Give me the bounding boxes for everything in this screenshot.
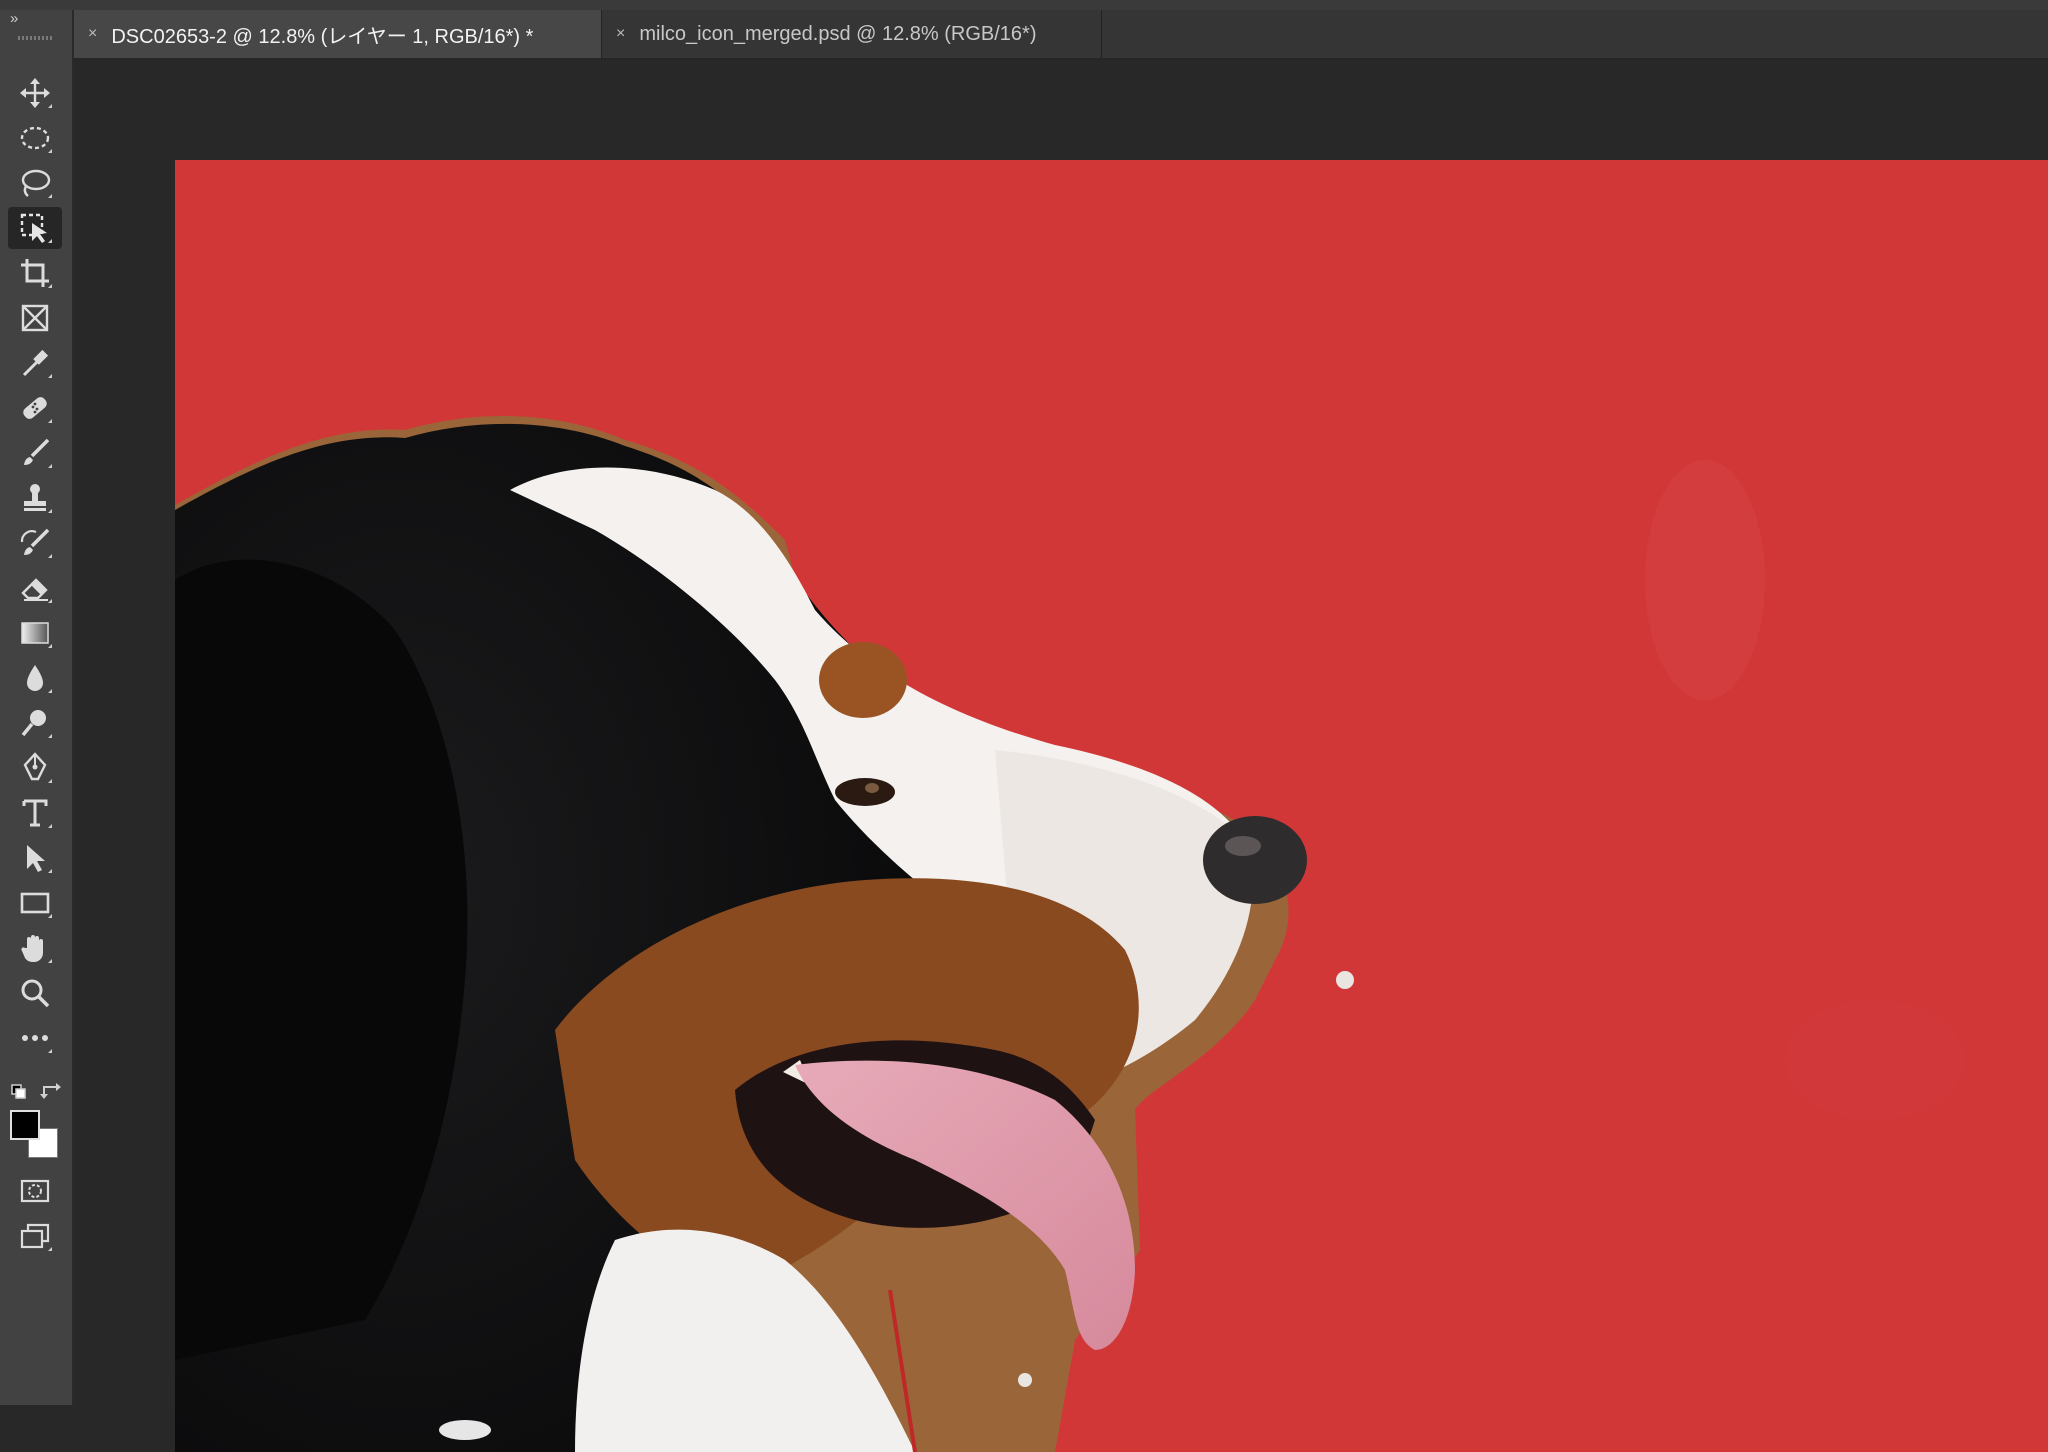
more-tools-button[interactable] (8, 1017, 62, 1059)
move-tool-button[interactable] (8, 72, 62, 114)
zoom-tool-button[interactable] (8, 972, 62, 1014)
tab-dsc02653-2[interactable]: × DSC02653-2 @ 12.8% (レイヤー 1, RGB/16*) * (74, 10, 602, 58)
tab-milco-icon-merged[interactable]: × milco_icon_merged.psd @ 12.8% (RGB/16*… (602, 10, 1102, 58)
dodge-tool-button[interactable] (8, 702, 62, 744)
screen-mode-icon (20, 1223, 50, 1249)
document-tab-bar: × DSC02653-2 @ 12.8% (レイヤー 1, RGB/16*) *… (74, 10, 2048, 60)
dog-photo-layer (175, 160, 2048, 1452)
frame-icon (21, 304, 49, 332)
pen-tool-button[interactable] (8, 747, 62, 789)
gradient-icon (21, 622, 49, 644)
move-icon (20, 78, 50, 108)
lasso-icon (21, 169, 51, 197)
type-tool-button[interactable] (8, 792, 62, 834)
panel-grip[interactable] (18, 36, 54, 40)
eraser-icon (21, 578, 48, 601)
color-swap-controls (10, 1080, 64, 1102)
path-selection-tool-button[interactable] (8, 837, 62, 879)
tab-label: milco_icon_merged.psd @ 12.8% (RGB/16*) (639, 22, 1037, 45)
collapse-panel-button[interactable]: » (10, 11, 18, 26)
eyedropper-tool-button[interactable] (8, 342, 62, 384)
close-tab-icon[interactable]: × (88, 25, 97, 43)
brush-tool-button[interactable] (8, 432, 62, 474)
tools-panel: » (0, 10, 74, 1405)
clone-stamp-tool-button[interactable] (8, 477, 62, 519)
elliptical-marquee-icon (20, 126, 50, 150)
eraser-tool-button[interactable] (8, 567, 62, 609)
document-canvas[interactable] (175, 160, 2048, 1452)
type-icon (22, 799, 48, 827)
rectangle-tool-button[interactable] (8, 882, 62, 924)
more-tools-icon (22, 1035, 48, 1041)
blur-tool-button[interactable] (8, 657, 62, 699)
history-brush-tool-button[interactable] (8, 522, 62, 564)
rectangle-icon (20, 892, 50, 914)
quick-mask-button[interactable] (8, 1170, 62, 1212)
dodge-icon (21, 710, 46, 737)
brush-icon (24, 438, 50, 465)
screen-mode-button[interactable] (8, 1215, 62, 1257)
healing-brush-tool-button[interactable] (8, 387, 62, 429)
path-selection-icon (27, 845, 45, 872)
tab-label: DSC02653-2 @ 12.8% (レイヤー 1, RGB/16*) * (111, 25, 534, 48)
swap-colors-icon[interactable] (40, 1083, 61, 1099)
crop-icon (21, 259, 49, 287)
history-brush-icon (20, 528, 50, 555)
frame-tool-button[interactable] (8, 297, 62, 339)
zoom-icon (21, 979, 50, 1008)
quick-mask-icon (20, 1179, 50, 1203)
foreground-color-swatch[interactable] (10, 1110, 40, 1140)
hand-icon (21, 935, 43, 962)
marquee-tool-button[interactable] (8, 117, 62, 159)
pen-icon (23, 752, 47, 781)
default-colors-icon[interactable] (11, 1084, 26, 1099)
object-selection-icon (20, 213, 47, 243)
clone-stamp-icon (24, 484, 46, 511)
healing-brush-icon (23, 397, 47, 419)
close-tab-icon[interactable]: × (616, 25, 625, 43)
eyedropper-icon (22, 349, 49, 377)
lasso-tool-button[interactable] (8, 162, 62, 204)
document-workspace (74, 60, 2048, 1452)
gradient-tool-button[interactable] (8, 612, 62, 654)
object-selection-tool-button[interactable] (8, 207, 62, 249)
blur-icon (27, 665, 43, 691)
hand-tool-button[interactable] (8, 927, 62, 969)
crop-tool-button[interactable] (8, 252, 62, 294)
